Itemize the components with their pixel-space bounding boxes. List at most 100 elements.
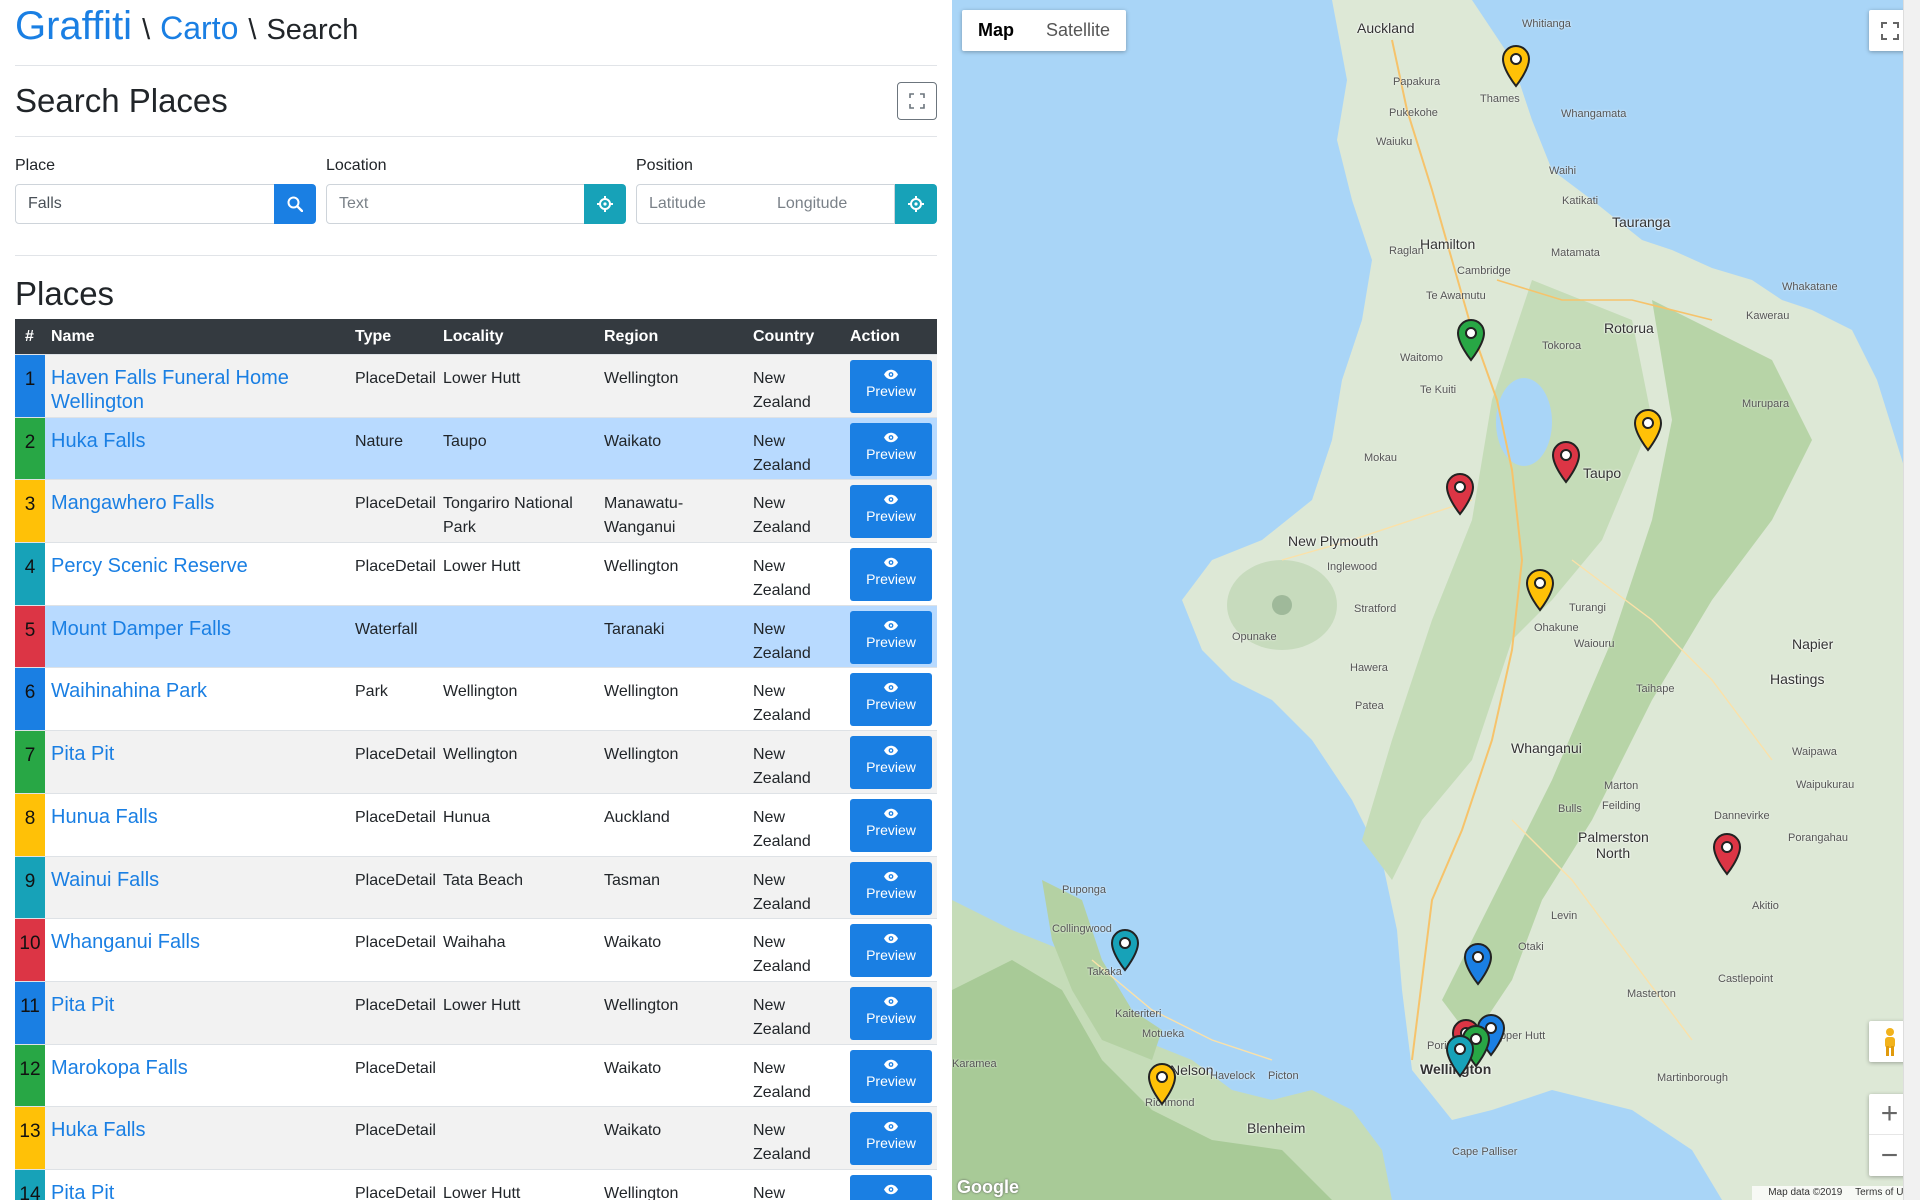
map-marker-yellow[interactable] (1146, 1062, 1178, 1106)
place-country: New Zealand (753, 996, 811, 1038)
row-number: 1 (15, 355, 45, 417)
search-title: Search Places (15, 82, 228, 119)
place-name-link[interactable]: Huka Falls (51, 1118, 311, 1142)
table-row[interactable]: 8 Hunua Falls PlaceDetail Hunua Auckland New … (15, 792, 937, 856)
position-locate-button[interactable] (895, 184, 937, 224)
table-row[interactable]: 12 Marokopa Falls PlaceDetail Waikato New Ze… (15, 1043, 937, 1107)
table-row[interactable]: 3 Mangawhero Falls PlaceDetail Tongariro Na… (15, 479, 937, 543)
place-region: Wellington (604, 746, 679, 764)
table-row[interactable]: 4 Percy Scenic Reserve PlaceDetail Lower Hu… (15, 542, 937, 605)
preview-button[interactable]: Preview (850, 485, 932, 539)
eye-icon (884, 745, 898, 756)
map-marker-mount-damper-falls[interactable] (1444, 472, 1476, 516)
map-view[interactable]: Auckland Hamilton Tauranga Rotorua Taupo… (952, 0, 1920, 1200)
preview-button[interactable]: Preview (850, 1174, 932, 1200)
preview-button[interactable]: Preview (850, 548, 932, 602)
preview-button[interactable]: Preview (850, 1049, 932, 1103)
map-marker-hunua-falls[interactable] (1500, 44, 1532, 88)
place-name-link[interactable]: Waihinahina Park (51, 679, 311, 703)
crosshairs-icon (908, 196, 924, 212)
map-label-town: Ohakune (1534, 622, 1579, 634)
place-name-link[interactable]: Huka Falls (51, 429, 311, 453)
map-marker-percy-scenic-reserve[interactable] (1444, 1034, 1476, 1078)
preview-button[interactable]: Preview (850, 986, 932, 1040)
location-label: Location (326, 157, 387, 174)
map-label-town: Feilding (1602, 800, 1641, 812)
place-locality: Lower Hutt (443, 558, 521, 576)
row-number: 12 (15, 1044, 45, 1107)
place-region: Waikato (604, 934, 662, 952)
longitude-input[interactable] (765, 184, 895, 224)
table-row[interactable]: 1 Haven Falls Funeral Home Wellington Plac… (15, 354, 937, 417)
place-name-link[interactable]: Pita Pit (51, 993, 311, 1017)
table-row[interactable]: 11 Pita Pit PlaceDetail Lower Hutt Wellingto… (15, 980, 937, 1044)
place-name-link[interactable]: Mangawhero Falls (51, 491, 311, 515)
location-input[interactable] (326, 184, 585, 224)
table-row[interactable]: 2 Huka Falls Nature Taupo Waikato New Zealand… (15, 416, 937, 480)
breadcrumb-carto-link[interactable]: Carto (160, 10, 238, 47)
preview-button[interactable]: Preview (850, 798, 932, 852)
place-locality: Tata Beach (443, 871, 524, 889)
location-locate-button[interactable] (584, 184, 626, 224)
table-row[interactable]: 5 Mount Damper Falls Waterfall Taranaki New … (15, 604, 937, 668)
map-label-town: Waipukurau (1796, 779, 1855, 791)
col-type: Type (355, 328, 392, 345)
map-label-town: Papakura (1393, 76, 1441, 88)
divider (15, 136, 937, 137)
table-row[interactable]: 13 Huka Falls PlaceDetail Waikato New Zealan… (15, 1106, 937, 1169)
preview-button[interactable]: Preview (850, 610, 932, 664)
map-label-town: Matamata (1551, 247, 1600, 259)
map-label-hamilton: Hamilton (1420, 236, 1476, 252)
table-row[interactable]: 6 Waihinahina Park Park Wellington Wellingto… (15, 667, 937, 731)
place-type: PlaceDetail (355, 996, 436, 1014)
position-label: Position (636, 157, 693, 174)
place-name-link[interactable]: Haven Falls Funeral Home Wellington (51, 366, 311, 414)
map-label-town: Pukekohe (1389, 107, 1438, 119)
expand-button[interactable] (897, 82, 937, 120)
preview-button[interactable]: Preview (850, 736, 932, 790)
map-label-town: Raglan (1389, 245, 1424, 257)
latitude-input[interactable] (636, 184, 766, 224)
place-name-link[interactable]: Marokopa Falls (51, 1056, 311, 1080)
preview-button[interactable]: Preview (850, 422, 932, 476)
table-row[interactable]: 14 Pita Pit PlaceDetail Lower Hutt Wellingto… (15, 1168, 937, 1200)
preview-button[interactable]: Preview (850, 1112, 932, 1166)
table-row[interactable]: 9 Wainui Falls PlaceDetail Tata Beach Tasman… (15, 855, 937, 919)
map-marker-wainui-falls[interactable] (1109, 928, 1141, 972)
map-marker-mangawhero-falls[interactable] (1524, 568, 1556, 612)
scrollbar[interactable] (1903, 0, 1920, 1200)
place-name-link[interactable]: Pita Pit (51, 1181, 311, 1200)
place-name-link[interactable]: Hunua Falls (51, 805, 311, 829)
place-name-link[interactable]: Whanganui Falls (51, 930, 311, 954)
preview-button[interactable]: Preview (850, 924, 932, 978)
map-marker-whanganui-falls[interactable] (1550, 440, 1582, 484)
table-row[interactable]: 10 Whanganui Falls PlaceDetail Waihaha Waika… (15, 918, 937, 981)
map-marker-red[interactable] (1711, 832, 1743, 876)
place-country: New Zealand (753, 495, 811, 537)
place-type: PlaceDetail (355, 1059, 436, 1077)
preview-label: Preview (866, 508, 916, 525)
place-name-link[interactable]: Mount Damper Falls (51, 617, 311, 641)
place-name-link[interactable]: Wainui Falls (51, 868, 311, 892)
preview-button[interactable]: Preview (850, 861, 932, 915)
col-locality: Locality (443, 328, 504, 345)
preview-button[interactable]: Preview (850, 673, 932, 727)
place-input[interactable] (15, 184, 275, 224)
map-marker-waihinahina-park[interactable] (1462, 942, 1494, 986)
map-type-satellite-button[interactable]: Satellite (1030, 10, 1126, 51)
map-type-map-button[interactable]: Map (962, 10, 1030, 51)
map-marker-huka-falls[interactable] (1632, 408, 1664, 452)
map-marker-marokopa-falls[interactable] (1455, 318, 1487, 362)
place-search-button[interactable] (274, 184, 316, 224)
place-region: Wellington (604, 558, 679, 576)
place-name-link[interactable]: Percy Scenic Reserve (51, 554, 311, 578)
eye-icon (884, 620, 898, 630)
place-region: Waikato (604, 432, 662, 450)
place-name-link[interactable]: Pita Pit (51, 742, 311, 766)
row-number: 3 (15, 480, 45, 543)
brand-link[interactable]: Graffiti (15, 4, 132, 49)
table-row[interactable]: 7 Pita Pit PlaceDetail Wellington Wellington… (15, 730, 937, 793)
crosshairs-icon (597, 196, 613, 212)
eye-icon (884, 683, 898, 693)
preview-button[interactable]: Preview (850, 360, 932, 413)
